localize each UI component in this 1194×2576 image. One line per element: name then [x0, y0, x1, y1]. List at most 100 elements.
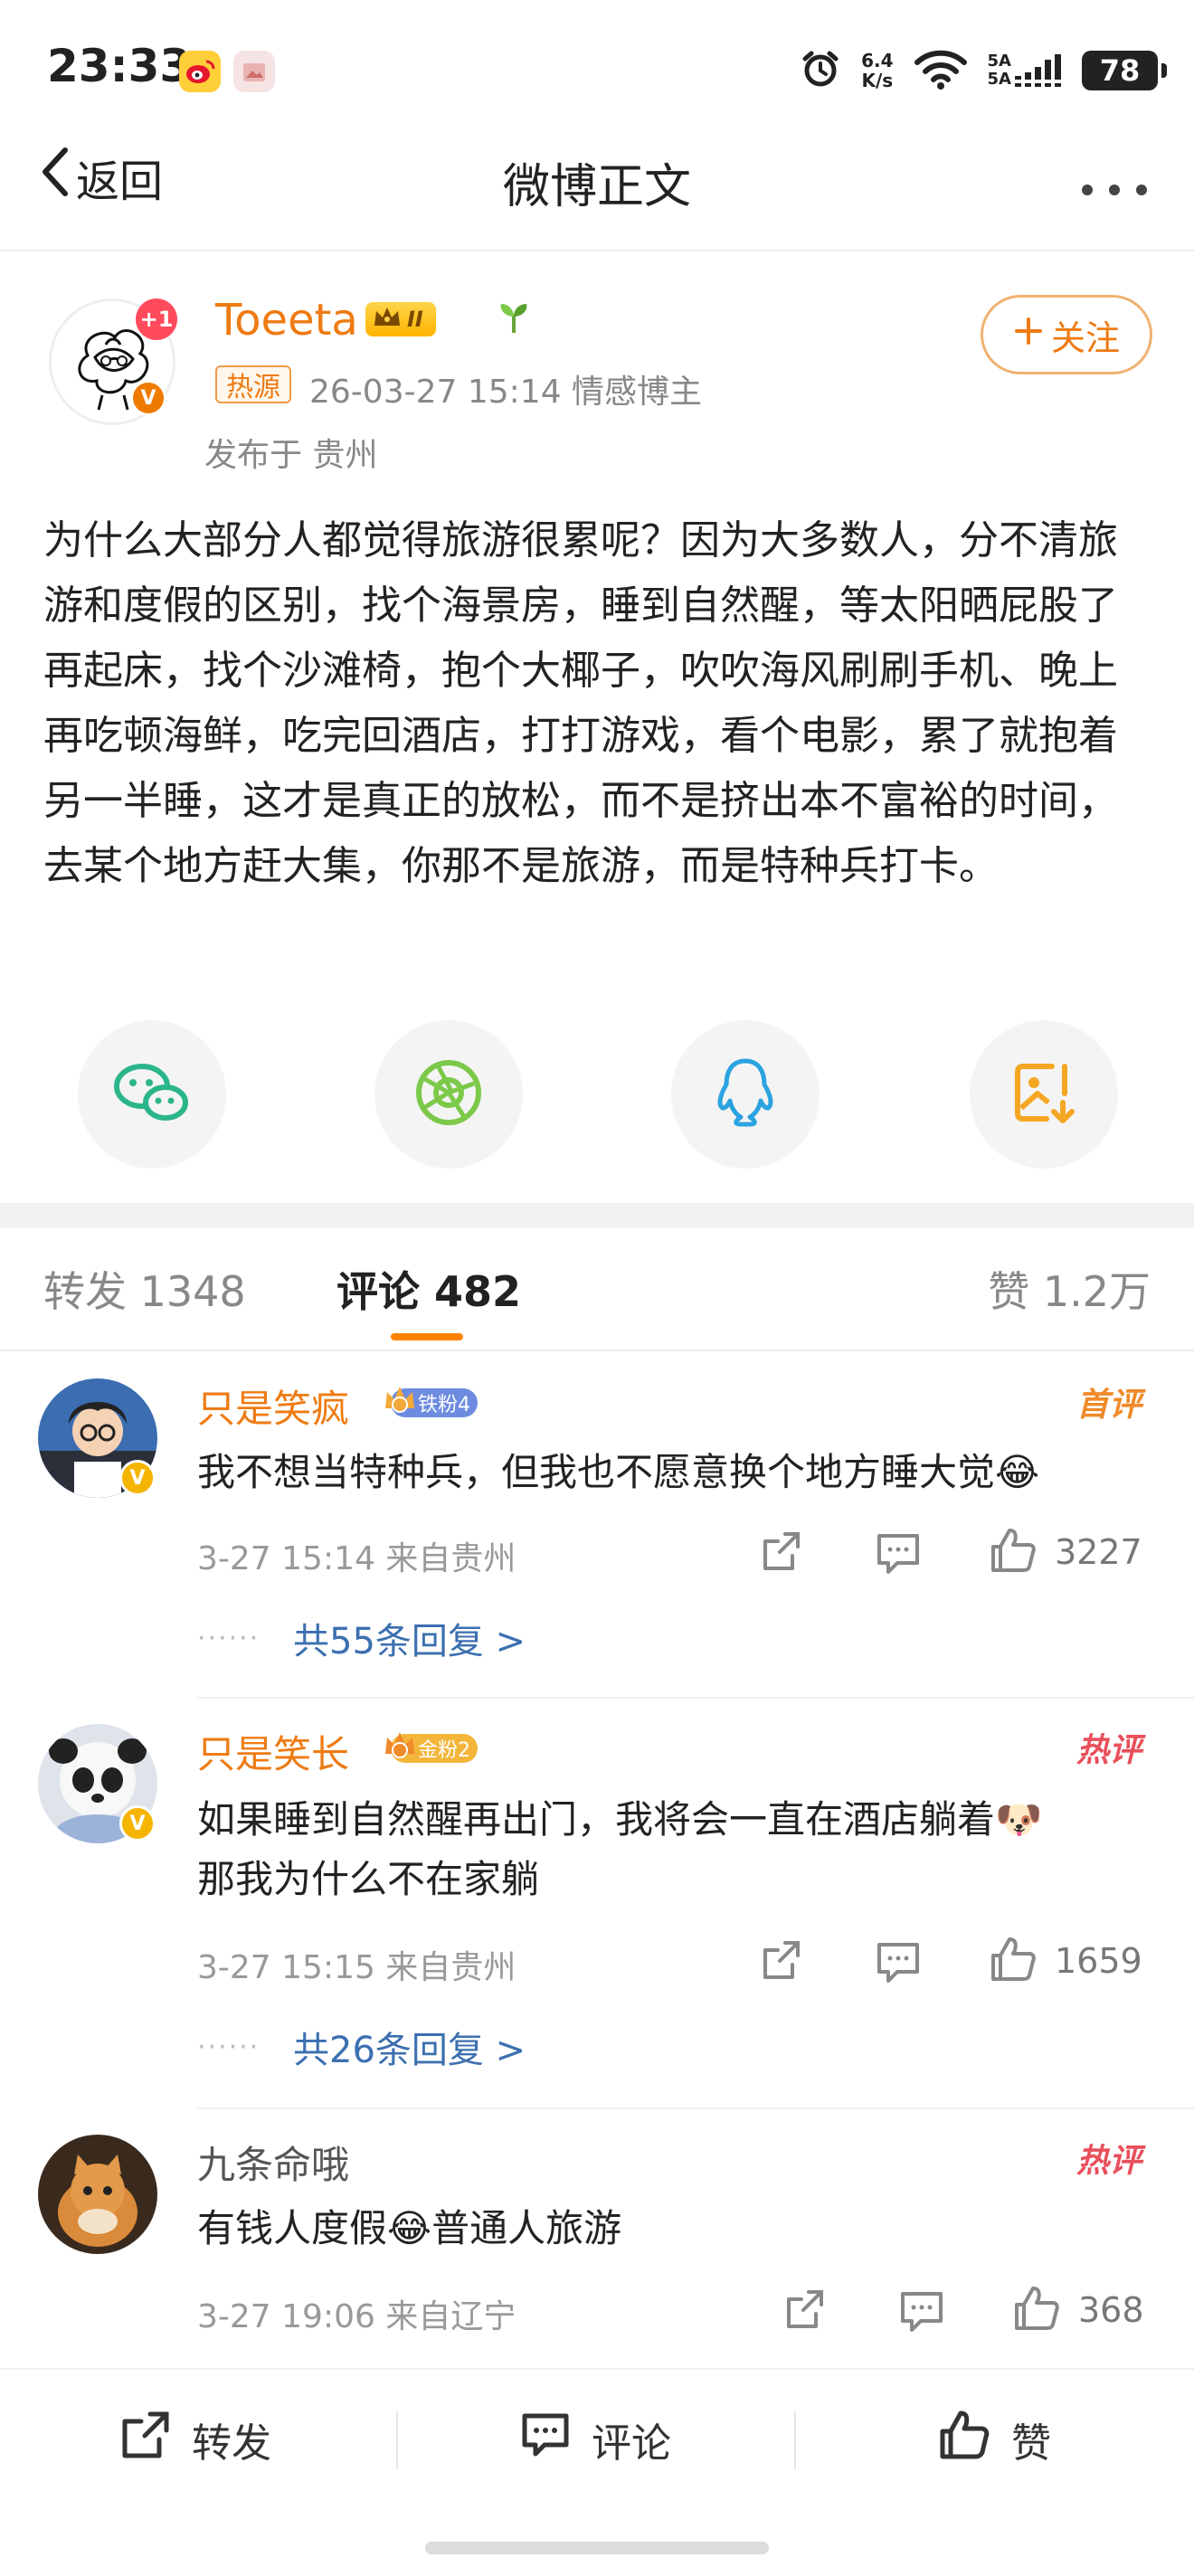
rank-tag: 首评 [1076, 1387, 1142, 1424]
fan-badge-label: 铁粉4 [418, 1394, 470, 1416]
wechat-icon [113, 1059, 191, 1130]
comment-meta: 3-27 15:15 来自贵州 [197, 1949, 516, 1986]
net-speed: 6.4 K/s [861, 51, 893, 90]
tab-active-indicator [391, 1333, 463, 1340]
comment-divider [197, 2107, 1194, 2109]
rank-tag: 热评 [1076, 1732, 1142, 1769]
author-name[interactable]: Toeeta [215, 295, 358, 346]
comment-divider [197, 1697, 1194, 1699]
member-level: II [407, 307, 423, 332]
tab-likes[interactable]: 赞 1.2万 [988, 1259, 1151, 1319]
sim2-label: 5A [987, 70, 1011, 89]
repost-button[interactable]: 转发 [119, 2399, 271, 2480]
comment-like-button[interactable]: 1659 [988, 1934, 1142, 1988]
post-location: 发布于 贵州 [204, 437, 378, 474]
sim1-label: 5A [987, 52, 1011, 71]
tab-repost[interactable]: 转发 1348 [43, 1259, 246, 1319]
comment-author[interactable]: 只是笑长 [197, 1724, 349, 1779]
share-icon [758, 1937, 805, 1988]
share-wechat-button[interactable] [78, 1020, 226, 1169]
status-time: 23:33 [47, 40, 192, 92]
comment-icon [897, 2288, 946, 2337]
comment-share-button[interactable] [758, 1937, 805, 1988]
comment-meta: 3-27 19:06 来自辽宁 [197, 2298, 516, 2335]
fan-badge: 金粉2 [385, 1731, 478, 1766]
comment-button[interactable]: 评论 [519, 2399, 671, 2480]
comment-reply-button[interactable] [897, 2288, 946, 2337]
repost-icon [119, 2409, 172, 2471]
comment-like-button[interactable]: 368 [1011, 2283, 1144, 2337]
share-qq-button[interactable] [671, 1020, 820, 1169]
comment-avatar[interactable] [38, 2135, 157, 2254]
share-icon [782, 2287, 829, 2337]
bottom-bar-separator [396, 2411, 398, 2469]
share-icon [758, 1529, 805, 1579]
thumbs-up-icon [1011, 2283, 1062, 2337]
tab-comments[interactable]: 评论 482 [336, 1259, 521, 1319]
verified-badge-icon: V [130, 380, 166, 416]
follow-button[interactable]: 关注 [981, 295, 1152, 374]
comment-label: 评论 [592, 2420, 671, 2467]
view-replies-link[interactable]: 共26条回复 > [293, 2021, 526, 2073]
view-replies-link[interactable]: 共55条回复 > [293, 1612, 526, 1664]
save-image-icon [1010, 1059, 1077, 1130]
like-count: 1659 [1055, 1941, 1142, 1981]
comment-icon [519, 2410, 572, 2469]
notification-badge: +1 [136, 298, 177, 340]
like-count: 368 [1078, 2290, 1144, 2330]
verified-badge-icon: V [119, 1805, 156, 1842]
battery-level: 78 [1099, 53, 1141, 88]
signal-icon: 5A 5A [988, 52, 1062, 89]
comment-share-button[interactable] [782, 2287, 829, 2337]
like-label: 赞 [1011, 2420, 1051, 2467]
home-indicator[interactable] [425, 2542, 769, 2554]
member-crown-badge[interactable]: II [365, 298, 436, 340]
status-icons: 6.4 K/s 5A 5A 78 [800, 45, 1167, 96]
net-speed-value: 6.4 [861, 50, 894, 71]
verified-badge-icon: V [119, 1460, 156, 1496]
comment-author[interactable]: 只是笑疯 [197, 1378, 349, 1434]
alarm-icon [800, 48, 841, 93]
more-menu-button[interactable] [1078, 159, 1151, 210]
fan-crown-icon [382, 1381, 418, 1425]
comment-text: 如果睡到自然醒再出门，我将会一直在酒店躺着🐶 [197, 1797, 1043, 1842]
comment-like-button[interactable]: 3227 [988, 1525, 1142, 1579]
nav-divider [0, 250, 1194, 251]
follow-label: 关注 [1050, 317, 1120, 358]
comment-author[interactable]: 九条命哦 [197, 2135, 349, 2190]
fan-badge: 铁粉4 [385, 1386, 478, 1420]
fan-badge-label: 金粉2 [418, 1739, 470, 1762]
crown-icon [373, 304, 402, 335]
fan-crown-icon [382, 1727, 418, 1770]
battery-icon: 78 [1082, 51, 1167, 90]
photo-app-icon [233, 51, 275, 92]
share-moments-button[interactable] [374, 1020, 523, 1169]
weibo-icon [179, 51, 221, 92]
net-speed-unit: K/s [861, 70, 894, 91]
reply-dots: ······ [197, 2031, 261, 2063]
hot-source-tag: 热源 [215, 365, 291, 403]
comment-text: 有钱人度假😂普通人旅游 [197, 2206, 622, 2250]
reply-dots: ······ [197, 1623, 261, 1654]
like-button[interactable]: 赞 [937, 2399, 1051, 2480]
comment-meta: 3-27 15:14 来自贵州 [197, 1540, 516, 1577]
page-title: 微博正文 [502, 160, 691, 214]
comment-share-button[interactable] [758, 1529, 805, 1579]
save-image-button[interactable] [970, 1020, 1118, 1169]
section-gap [0, 1203, 1194, 1228]
comment-icon [874, 1939, 923, 1988]
sprout-icon [496, 298, 532, 343]
plus-icon [1013, 315, 1044, 355]
repost-label: 转发 [192, 2420, 271, 2467]
comment-text: 那我为什么不在家躺 [197, 1857, 540, 1901]
tabs-divider [0, 1350, 1194, 1351]
comment-text: 我不想当特种兵，但我也不愿意换个地方睡大觉😂 [197, 1450, 1040, 1494]
post-content: 为什么大部分人都觉得旅游很累呢？因为大多数人，分不清旅游和度假的区别，找个海景房… [43, 517, 1118, 889]
thumbs-up-icon [937, 2408, 991, 2472]
qq-icon [714, 1056, 777, 1133]
like-count: 3227 [1055, 1532, 1142, 1572]
wifi-icon [914, 48, 968, 93]
comment-reply-button[interactable] [874, 1939, 923, 1988]
rank-tag: 热评 [1076, 2143, 1142, 2180]
comment-reply-button[interactable] [874, 1530, 923, 1579]
